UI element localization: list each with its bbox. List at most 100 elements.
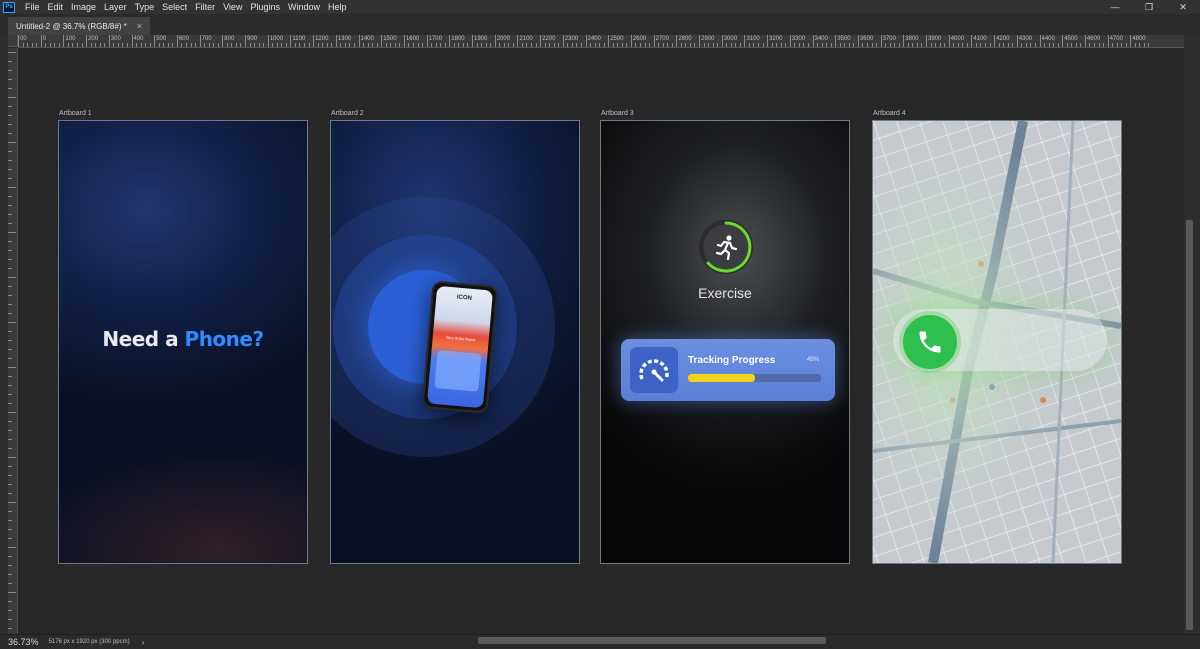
ruler-major-tick xyxy=(1062,35,1064,47)
ruler-minor-tick xyxy=(1034,43,1036,47)
status-menu-arrow[interactable]: › xyxy=(142,638,145,647)
ruler-minor-tick xyxy=(689,43,691,47)
ruler-minor-tick xyxy=(907,43,909,47)
menu-window[interactable]: Window xyxy=(284,2,324,12)
ruler-major-tick xyxy=(630,35,632,47)
ruler-major-tick xyxy=(1107,35,1109,47)
restore-button[interactable]: ❐ xyxy=(1132,0,1166,14)
vertical-ruler-tick xyxy=(8,529,12,530)
ruler-major-tick xyxy=(1084,35,1086,47)
ruler-major-tick xyxy=(199,35,201,47)
menu-type[interactable]: Type xyxy=(131,2,159,12)
vertical-ruler-tick xyxy=(8,610,12,611)
ruler-minor-tick xyxy=(1121,43,1123,47)
ruler-minor-tick xyxy=(876,43,878,47)
ruler-minor-tick xyxy=(226,43,228,47)
vertical-ruler-tick xyxy=(8,547,16,548)
artboard-3-label[interactable]: Artboard 3 xyxy=(601,110,634,117)
menu-image[interactable]: Image xyxy=(67,2,100,12)
vertical-ruler-tick xyxy=(8,187,16,188)
ruler-tick-label: 2400 xyxy=(587,36,601,42)
ruler-minor-tick xyxy=(213,43,215,47)
photoshop-logo[interactable]: Ps xyxy=(3,1,15,13)
document-tab-title: Untitled-2 @ 36.7% (RGB/8#) * xyxy=(16,21,127,31)
artboard-1-label[interactable]: Artboard 1 xyxy=(59,110,92,117)
ruler-minor-tick xyxy=(599,43,601,47)
ruler-minor-tick xyxy=(36,43,38,47)
ruler-minor-tick xyxy=(571,43,573,47)
ruler-minor-tick xyxy=(485,43,487,47)
menu-help[interactable]: Help xyxy=(324,2,351,12)
menu-plugins[interactable]: Plugins xyxy=(246,2,284,12)
ruler-minor-tick xyxy=(998,43,1000,47)
ruler-tick-label: 2200 xyxy=(542,36,556,42)
vertical-ruler-tick xyxy=(8,457,16,458)
ruler-tick-label: 3100 xyxy=(746,36,760,42)
close-window-button[interactable]: ✕ xyxy=(1166,0,1200,14)
artboard-1[interactable]: Need a Phone? xyxy=(59,121,307,563)
ruler-major-tick xyxy=(18,35,19,47)
ruler-minor-tick xyxy=(549,43,551,47)
ruler-minor-tick xyxy=(830,43,832,47)
document-tab[interactable]: Untitled-2 @ 36.7% (RGB/8#) * × xyxy=(8,17,151,35)
close-tab-icon[interactable]: × xyxy=(137,21,142,31)
ruler-minor-tick xyxy=(1098,43,1100,47)
call-button[interactable] xyxy=(903,315,957,369)
artboard-4-label[interactable]: Artboard 4 xyxy=(873,110,906,117)
menu-edit[interactable]: Edit xyxy=(44,2,68,12)
vertical-ruler-tick xyxy=(8,70,12,71)
ruler-minor-tick xyxy=(145,43,147,47)
ruler-minor-tick xyxy=(1093,43,1095,47)
ruler-minor-tick xyxy=(526,43,528,47)
ruler-major-tick xyxy=(176,35,178,47)
horizontal-ruler[interactable]: 00 0 100 200 300 400 500 600 700 800 900 1000 1100 12… xyxy=(18,35,1184,48)
zoom-level[interactable]: 36.73% xyxy=(0,637,45,647)
ruler-major-tick xyxy=(154,35,156,47)
tracking-progress-bar xyxy=(688,374,821,382)
artboard-4[interactable] xyxy=(873,121,1121,563)
ruler-minor-tick xyxy=(1021,43,1023,47)
vertical-ruler[interactable] xyxy=(8,48,18,634)
menu-select[interactable]: Select xyxy=(158,2,191,12)
headline-prefix: Need a xyxy=(102,327,185,351)
vertical-ruler-tick xyxy=(8,340,12,341)
ruler-major-tick xyxy=(358,35,360,47)
ruler-minor-tick xyxy=(408,43,410,47)
ruler-tick-label: 1900 xyxy=(474,36,488,42)
ruler-minor-tick xyxy=(1089,43,1091,47)
ruler-minor-tick xyxy=(322,43,324,47)
vertical-scroll-thumb[interactable] xyxy=(1186,220,1193,630)
ruler-minor-tick xyxy=(285,43,287,47)
artboard-2[interactable]: ICON Your Artist Name xyxy=(331,121,579,563)
ruler-minor-tick xyxy=(294,43,296,47)
menu-filter[interactable]: Filter xyxy=(191,2,219,12)
vertical-ruler-tick xyxy=(8,250,12,251)
ruler-major-tick xyxy=(857,35,859,47)
ruler-tick-label: 3300 xyxy=(791,36,806,42)
ruler-minor-tick xyxy=(272,43,274,47)
ruler-minor-tick xyxy=(649,43,651,47)
menu-file[interactable]: File xyxy=(21,2,44,12)
ruler-major-tick xyxy=(517,35,519,47)
ruler-minor-tick xyxy=(730,43,732,47)
document-info: 5176 px x 1920 px (300 ppcm) xyxy=(48,639,130,645)
ruler-minor-tick xyxy=(703,43,705,47)
ruler-major-tick xyxy=(880,35,882,47)
ruler-minor-tick xyxy=(326,43,328,47)
ruler-minor-tick xyxy=(1071,43,1073,47)
ruler-minor-tick xyxy=(898,43,900,47)
ruler-minor-tick xyxy=(1003,43,1005,47)
running-icon xyxy=(715,235,738,261)
ruler-minor-tick xyxy=(163,43,165,47)
phone-screen: ICON Your Artist Name xyxy=(426,285,494,409)
menu-layer[interactable]: Layer xyxy=(100,2,131,12)
menu-view[interactable]: View xyxy=(219,2,246,12)
artboard-3[interactable]: Exercise Tracking Progress 45% xyxy=(601,121,849,563)
ruler-minor-tick xyxy=(276,43,278,47)
artboard-2-label[interactable]: Artboard 2 xyxy=(331,110,364,117)
ruler-minor-tick xyxy=(985,43,987,47)
vertical-ruler-tick xyxy=(8,295,12,296)
ruler-tick-label: 1400 xyxy=(360,36,374,42)
minimize-button[interactable]: — xyxy=(1098,0,1132,14)
horizontal-scroll-thumb[interactable] xyxy=(478,637,826,644)
